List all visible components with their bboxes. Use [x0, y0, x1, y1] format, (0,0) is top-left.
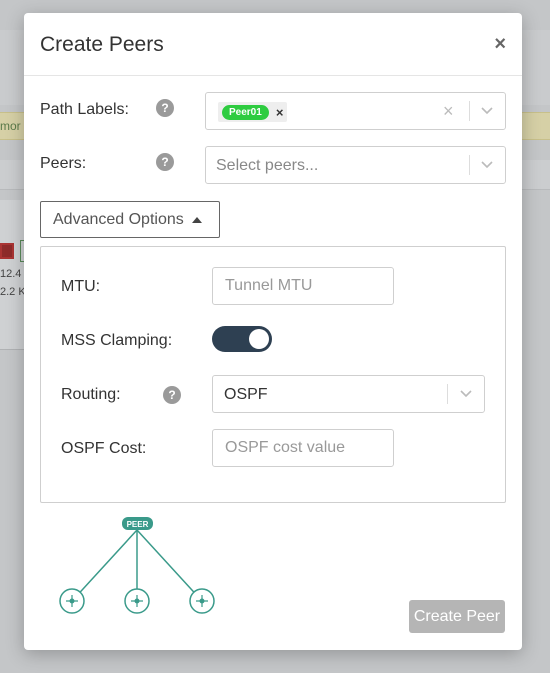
- peer-hub-label: PEER: [127, 520, 149, 529]
- mss-clamping-label: MSS Clamping:: [61, 332, 173, 349]
- path-labels-help-icon[interactable]: ?: [156, 99, 174, 117]
- router-node-icon: [124, 588, 150, 614]
- advanced-options-label: Advanced Options: [53, 210, 184, 228]
- select-separator: [469, 101, 470, 121]
- path-label-tag-pill: Peer01: [222, 104, 269, 120]
- peers-label: Peers:: [40, 155, 87, 172]
- path-labels-label: Path Labels:: [40, 101, 129, 118]
- routing-value: OSPF: [224, 386, 268, 403]
- chevron-down-icon[interactable]: [459, 386, 473, 403]
- diagram-link: [136, 529, 203, 602]
- mtu-label: MTU:: [61, 278, 101, 295]
- background-banner-text: mor: [0, 119, 21, 133]
- advanced-options-button[interactable]: Advanced Options: [40, 201, 220, 238]
- mtu-input[interactable]: [212, 267, 394, 305]
- select-separator: [447, 384, 448, 404]
- toggle-knob: [249, 329, 269, 349]
- background-number: 12.4: [0, 268, 22, 280]
- clear-icon[interactable]: ×: [443, 101, 454, 122]
- close-button[interactable]: ×: [494, 33, 506, 55]
- diagram-link: [71, 529, 138, 602]
- modal-title: Create Peers: [40, 33, 164, 56]
- chevron-down-icon[interactable]: [480, 157, 494, 174]
- modal-header: Create Peers ×: [24, 13, 522, 76]
- background-number: 2.2 K: [0, 286, 26, 298]
- routing-label: Routing:: [61, 386, 121, 403]
- mss-clamping-toggle[interactable]: [212, 326, 272, 352]
- peers-select[interactable]: Select peers...: [205, 146, 506, 184]
- path-labels-select[interactable]: Peer01 × ×: [205, 92, 506, 130]
- router-node-icon: [59, 588, 85, 614]
- routing-select[interactable]: OSPF: [212, 375, 485, 413]
- router-node-icon: [189, 588, 215, 614]
- ospf-cost-label: OSPF Cost:: [61, 440, 147, 457]
- background-red-indicator: [0, 243, 14, 259]
- create-peers-modal: Create Peers × Path Labels: ? Peer01 × ×…: [24, 13, 522, 650]
- create-peer-button[interactable]: Create Peer: [409, 600, 505, 633]
- advanced-options-panel: MTU: MSS Clamping: Routing: ? OSPF OSPF …: [40, 246, 506, 503]
- peers-help-icon[interactable]: ?: [156, 153, 174, 171]
- caret-up-icon: [191, 216, 202, 223]
- ospf-cost-input[interactable]: [212, 429, 394, 467]
- path-label-tag: Peer01 ×: [218, 102, 288, 122]
- peer-topology-diagram: PEER: [59, 517, 215, 614]
- chevron-down-icon[interactable]: [480, 103, 494, 120]
- routing-help-icon[interactable]: ?: [163, 386, 181, 404]
- peers-placeholder: Select peers...: [216, 157, 319, 174]
- tag-remove-icon[interactable]: ×: [276, 105, 284, 120]
- select-separator: [469, 155, 470, 175]
